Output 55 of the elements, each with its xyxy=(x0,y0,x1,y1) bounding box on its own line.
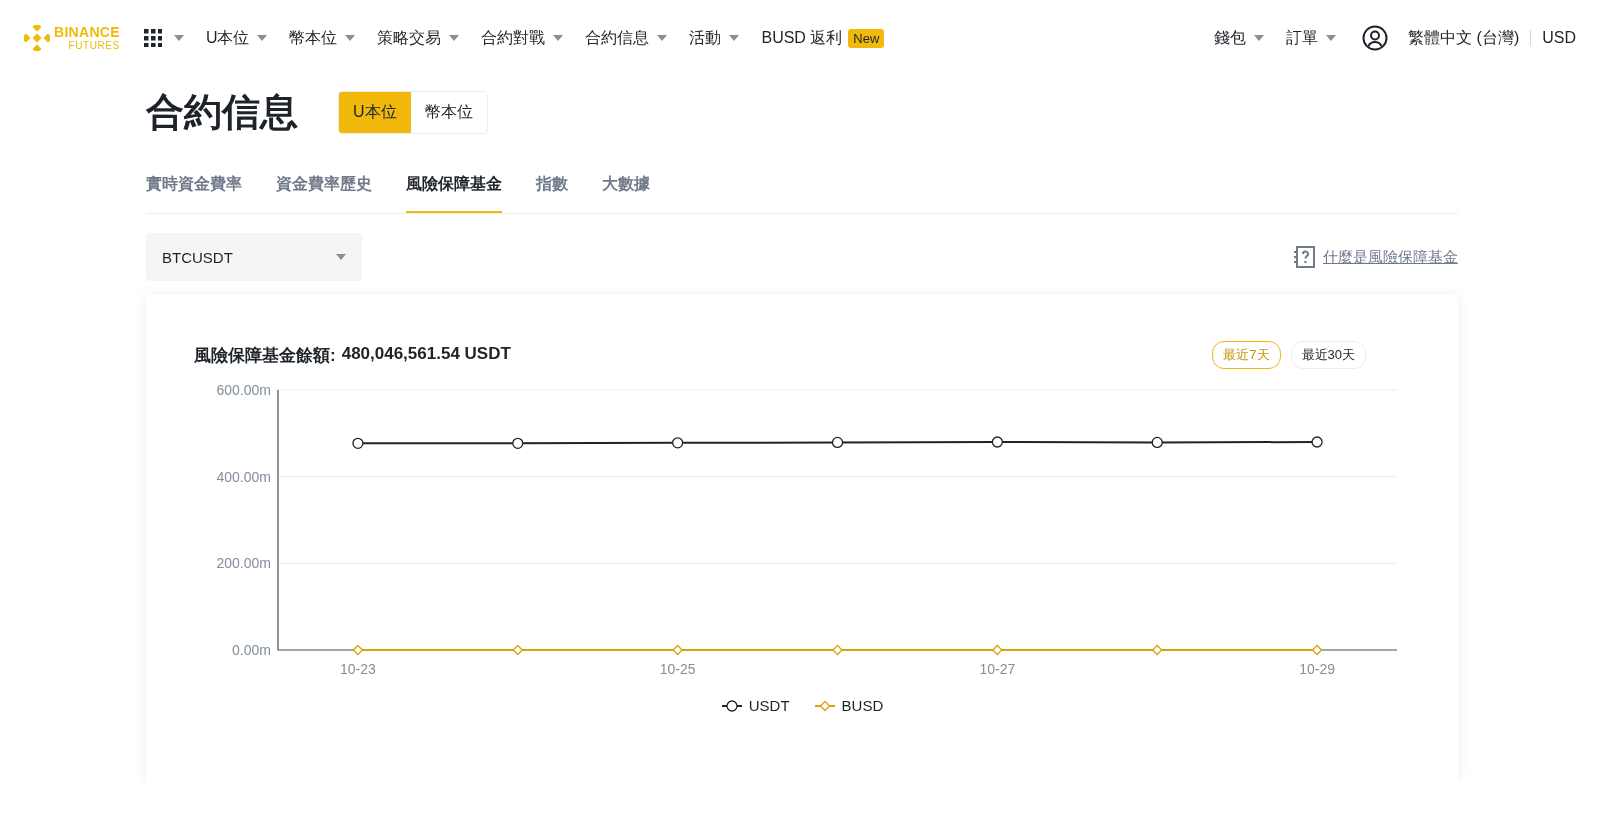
data-point xyxy=(512,437,524,449)
tab[interactable]: 風險保障基金 xyxy=(406,162,502,213)
data-point xyxy=(991,644,1003,656)
range-button[interactable]: 最近30天 xyxy=(1290,341,1366,369)
legend-label[interactable]: USDT xyxy=(748,697,790,714)
nav-menu-item[interactable]: 合約對戰 xyxy=(481,22,564,54)
data-point xyxy=(832,644,843,656)
data-point xyxy=(672,437,684,449)
y-tick-label: 0.00m xyxy=(232,642,271,658)
y-tick-label: 400.00m xyxy=(216,468,271,485)
data-point xyxy=(1151,436,1163,449)
user-icon[interactable] xyxy=(1362,25,1389,51)
tab[interactable]: 大數據 xyxy=(602,162,650,213)
nav-menu-item[interactable]: 策略交易 xyxy=(377,22,460,54)
nav-menu-item[interactable]: 訂單 xyxy=(1286,22,1337,54)
x-tick-label: 10-25 xyxy=(659,661,696,677)
grid-icon xyxy=(143,29,162,47)
tab[interactable]: 資金費率歷史 xyxy=(276,162,372,213)
x-tick-label: 10-29 xyxy=(1299,661,1335,677)
data-point xyxy=(1311,436,1323,448)
legend-label[interactable]: BUSD xyxy=(841,697,884,714)
nav-menu-item[interactable]: 活動 xyxy=(689,22,740,54)
nav-menu-item[interactable]: BUSD 返利 New xyxy=(761,22,885,54)
nav-menu-item[interactable]: 合約信息 xyxy=(585,22,668,54)
x-tick-label: 10-27 xyxy=(979,661,1016,677)
balance-value: 480,046,561.54 USDT xyxy=(341,343,511,365)
help-icon[interactable] xyxy=(1293,245,1317,269)
legend-line-icon xyxy=(720,699,743,712)
tab[interactable]: 指數 xyxy=(536,162,568,213)
data-point xyxy=(1151,644,1163,656)
nav-menu-item[interactable]: 幣本位 xyxy=(289,22,356,54)
data-point xyxy=(352,437,364,449)
nav-menu-item[interactable]: U本位 xyxy=(205,22,268,54)
y-tick-label: 200.00m xyxy=(216,555,271,572)
y-tick-label: 600.00m xyxy=(216,382,271,398)
segment-button[interactable]: U本位 xyxy=(339,91,411,133)
caret-icon xyxy=(173,35,184,41)
nav-menu-item[interactable]: 錢包 xyxy=(1214,22,1265,54)
balance-label: 風險保障基金餘額: xyxy=(194,344,336,367)
data-point xyxy=(831,436,844,449)
data-point xyxy=(1311,644,1323,656)
legend-line-icon xyxy=(813,699,836,712)
language-link[interactable]: 繁體中文 (台灣) xyxy=(1408,27,1520,49)
tab[interactable]: 實時資金費率 xyxy=(146,162,242,213)
data-point xyxy=(991,436,1003,448)
currency-link[interactable]: USD xyxy=(1542,29,1576,47)
help-link[interactable]: 什麼是風險保障基金 xyxy=(1323,247,1458,267)
x-tick-label: 10-23 xyxy=(340,661,376,677)
data-point xyxy=(672,644,684,656)
data-point xyxy=(512,644,524,656)
caret-icon xyxy=(336,254,346,260)
symbol-select[interactable]: BTCUSDT xyxy=(146,233,362,281)
data-point xyxy=(352,644,364,656)
new-badge: New xyxy=(848,28,885,48)
page-title: 合約信息 xyxy=(146,89,298,135)
